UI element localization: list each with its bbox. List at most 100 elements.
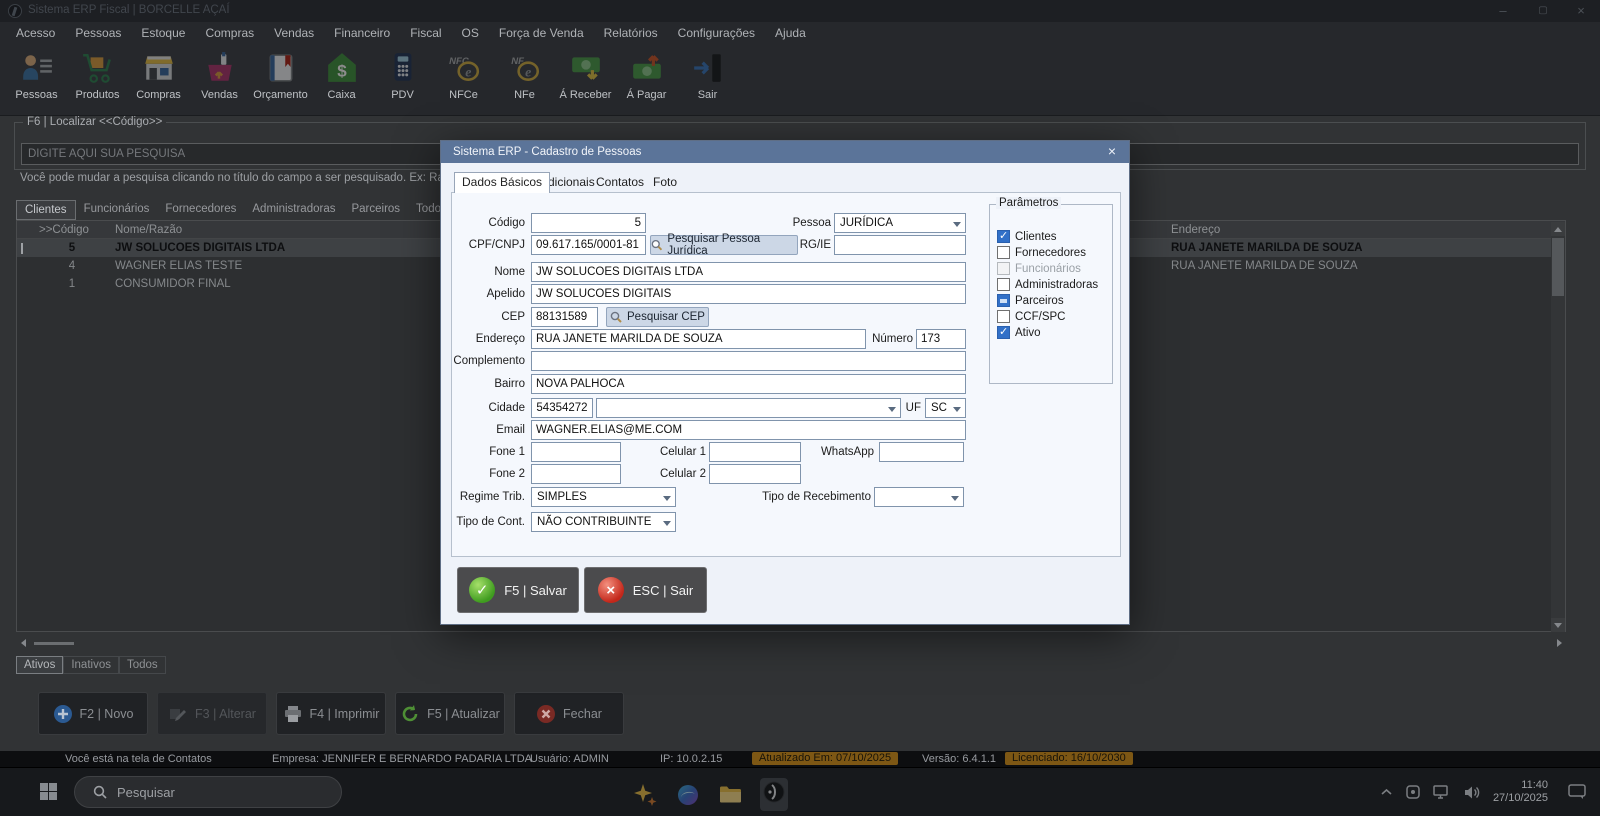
menu-configuracoes[interactable]: Configurações	[668, 26, 765, 40]
whatsapp-input[interactable]	[879, 442, 964, 462]
dialog-tab-dados-basicos[interactable]: Dados Básicos	[454, 172, 550, 193]
start-button[interactable]	[40, 783, 57, 800]
pessoa-dropdown[interactable]: JURÍDICA	[834, 213, 966, 233]
complemento-input[interactable]	[531, 351, 966, 371]
dialog-tab-foto[interactable]: Foto	[646, 173, 684, 192]
checkbox-clientes[interactable]: Clientes	[997, 230, 1057, 243]
copilot-sparkle-icon[interactable]	[632, 782, 658, 808]
fone2-input[interactable]	[531, 464, 621, 484]
file-explorer-icon[interactable]	[718, 783, 742, 807]
edge-browser-icon[interactable]	[676, 783, 700, 807]
tipo-recebimento-dropdown[interactable]	[874, 487, 964, 507]
menu-vendas[interactable]: Vendas	[264, 26, 324, 40]
checkbox-ativo[interactable]: Ativo	[997, 326, 1041, 339]
notification-icon[interactable]	[1568, 784, 1586, 800]
toolbar-sair[interactable]: Sair	[677, 43, 738, 115]
minimize-button[interactable]: –	[1488, 3, 1518, 18]
tray-chevron-up-icon[interactable]	[1380, 786, 1393, 799]
tab-clientes[interactable]: Clientes	[16, 200, 76, 220]
taskbar-search[interactable]: Pesquisar	[74, 776, 342, 808]
menu-os[interactable]: OS	[452, 26, 489, 40]
tipo-cont-dropdown[interactable]: NÃO CONTRIBUINTE	[531, 512, 676, 532]
salvar-button[interactable]: ✓ F5 | Salvar	[457, 567, 579, 613]
status-empresa: Empresa: JENNIFER E BERNARDO PADARIA LTD…	[272, 753, 532, 765]
toolbar-nfe[interactable]: NFe NFe	[494, 43, 555, 115]
menu-acesso[interactable]: Acesso	[6, 26, 65, 40]
vertical-scrollbar[interactable]	[1551, 222, 1565, 632]
toolbar-caixa[interactable]: $ Caixa	[311, 43, 372, 115]
toolbar-vendas[interactable]: Vendas	[189, 43, 250, 115]
endereco-label: Endereço	[449, 329, 525, 349]
pesquisar-cep-button[interactable]: Pesquisar CEP	[606, 307, 709, 327]
menu-estoque[interactable]: Estoque	[131, 26, 195, 40]
column-header-endereco[interactable]: Endereço	[1167, 224, 1565, 236]
checkbox-fornecedores[interactable]: Fornecedores	[997, 246, 1086, 259]
novo-button[interactable]: F2 | Novo	[38, 692, 148, 735]
celular2-input[interactable]	[709, 464, 801, 484]
network-icon[interactable]	[1433, 785, 1451, 800]
dialog-tab-contatos[interactable]: Contatos	[589, 173, 651, 192]
email-input[interactable]	[531, 420, 966, 440]
fechar-button[interactable]: Fechar	[514, 692, 624, 735]
nome-input[interactable]	[531, 262, 966, 282]
menu-forca-de-venda[interactable]: Força de Venda	[489, 26, 594, 40]
checkbox-administradoras[interactable]: Administradoras	[997, 278, 1098, 291]
scroll-right-icon[interactable]	[1552, 636, 1566, 650]
codigo-input[interactable]	[531, 213, 646, 233]
tab-funcionarios[interactable]: Funcionários	[76, 200, 158, 220]
cpf-cnpj-input[interactable]	[531, 235, 646, 255]
tab-administradoras[interactable]: Administradoras	[244, 200, 343, 220]
toolbar-pdv[interactable]: PDV	[372, 43, 433, 115]
imprimir-button[interactable]: F4 | Imprimir	[276, 692, 386, 735]
horizontal-scrollbar[interactable]	[16, 636, 1566, 650]
menu-fiscal[interactable]: Fiscal	[400, 26, 451, 40]
tab-parceiros[interactable]: Parceiros	[343, 200, 408, 220]
toolbar-produtos[interactable]: Produtos	[67, 43, 128, 115]
column-header-codigo[interactable]: >>Código	[33, 224, 111, 236]
menu-financeiro[interactable]: Financeiro	[324, 26, 400, 40]
close-button[interactable]: ×	[1566, 3, 1596, 18]
erp-app-taskbar-icon[interactable]	[760, 778, 788, 811]
atualizar-button[interactable]: F5 | Atualizar	[395, 692, 505, 735]
endereco-input[interactable]	[531, 329, 866, 349]
menu-compras[interactable]: Compras	[195, 26, 264, 40]
tab-inativos[interactable]: Inativos	[63, 656, 119, 674]
toolbar-orcamento[interactable]: Orçamento	[250, 43, 311, 115]
maximize-button[interactable]: ▢	[1528, 5, 1558, 16]
toolbar-nfce[interactable]: NFCe NFCe	[433, 43, 494, 115]
checkbox-parceiros[interactable]: Parceiros	[997, 294, 1064, 307]
toolbar-pessoas[interactable]: Pessoas	[6, 43, 67, 115]
scroll-left-icon[interactable]	[16, 636, 30, 650]
tab-todos-inferior[interactable]: Todos	[119, 656, 166, 674]
speaker-icon[interactable]	[1463, 785, 1481, 800]
tray-app-icon[interactable]	[1405, 784, 1421, 800]
cep-input[interactable]	[531, 307, 598, 327]
bairro-input[interactable]	[531, 374, 966, 394]
regime-trib-dropdown[interactable]: SIMPLES	[531, 487, 676, 507]
scroll-down-icon[interactable]	[1551, 618, 1565, 632]
tab-fornecedores[interactable]: Fornecedores	[157, 200, 244, 220]
scrollbar-thumb[interactable]	[34, 642, 74, 645]
fone1-input[interactable]	[531, 442, 621, 462]
rg-ie-input[interactable]	[834, 235, 966, 255]
checkbox-ccf-spc[interactable]: CCF/SPC	[997, 310, 1065, 323]
dialog-close-icon[interactable]: ×	[1101, 141, 1123, 163]
toolbar-compras[interactable]: Compras	[128, 43, 189, 115]
scroll-up-icon[interactable]	[1551, 222, 1565, 236]
menu-ajuda[interactable]: Ajuda	[765, 26, 816, 40]
cidade-dropdown[interactable]	[596, 398, 901, 418]
menu-pessoas[interactable]: Pessoas	[65, 26, 131, 40]
svg-text:e: e	[465, 65, 471, 80]
celular1-input[interactable]	[709, 442, 801, 462]
apelido-input[interactable]	[531, 284, 966, 304]
cidade-codigo-input[interactable]	[531, 398, 593, 418]
menu-relatorios[interactable]: Relatórios	[594, 26, 668, 40]
sair-button[interactable]: × ESC | Sair	[584, 567, 707, 613]
taskbar-clock[interactable]: 11:40 27/10/2025	[1493, 779, 1548, 805]
uf-dropdown[interactable]: SC	[925, 398, 966, 418]
toolbar-a-pagar[interactable]: Á Pagar	[616, 43, 677, 115]
numero-input[interactable]	[916, 329, 966, 349]
toolbar-a-receber[interactable]: Á Receber	[555, 43, 616, 115]
scrollbar-thumb[interactable]	[1552, 238, 1564, 296]
tab-ativos[interactable]: Ativos	[16, 656, 63, 674]
